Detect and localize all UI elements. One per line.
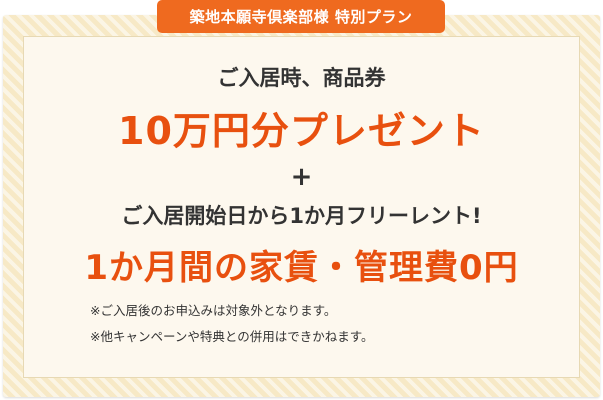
plus-sign: + [290,162,313,192]
special-plan-tag: 築地本願寺倶楽部様 特別プラン [157,0,445,33]
free-rent-headline: 1か月間の家賃・管理費0円 [84,248,519,288]
gift-card-intro: ご入居時、商品券 [217,66,386,90]
gift-card-headline: 10万円分プレゼント [118,109,485,153]
note-no-combination: ※他キャンペーンや特典との併用はできかねます。 [90,329,374,344]
note-not-eligible-after-move-in: ※ご入居後のお申込みは対象外となります。 [90,303,337,318]
free-rent-intro: ご入居開始日から1か月フリーレント! [121,204,482,228]
